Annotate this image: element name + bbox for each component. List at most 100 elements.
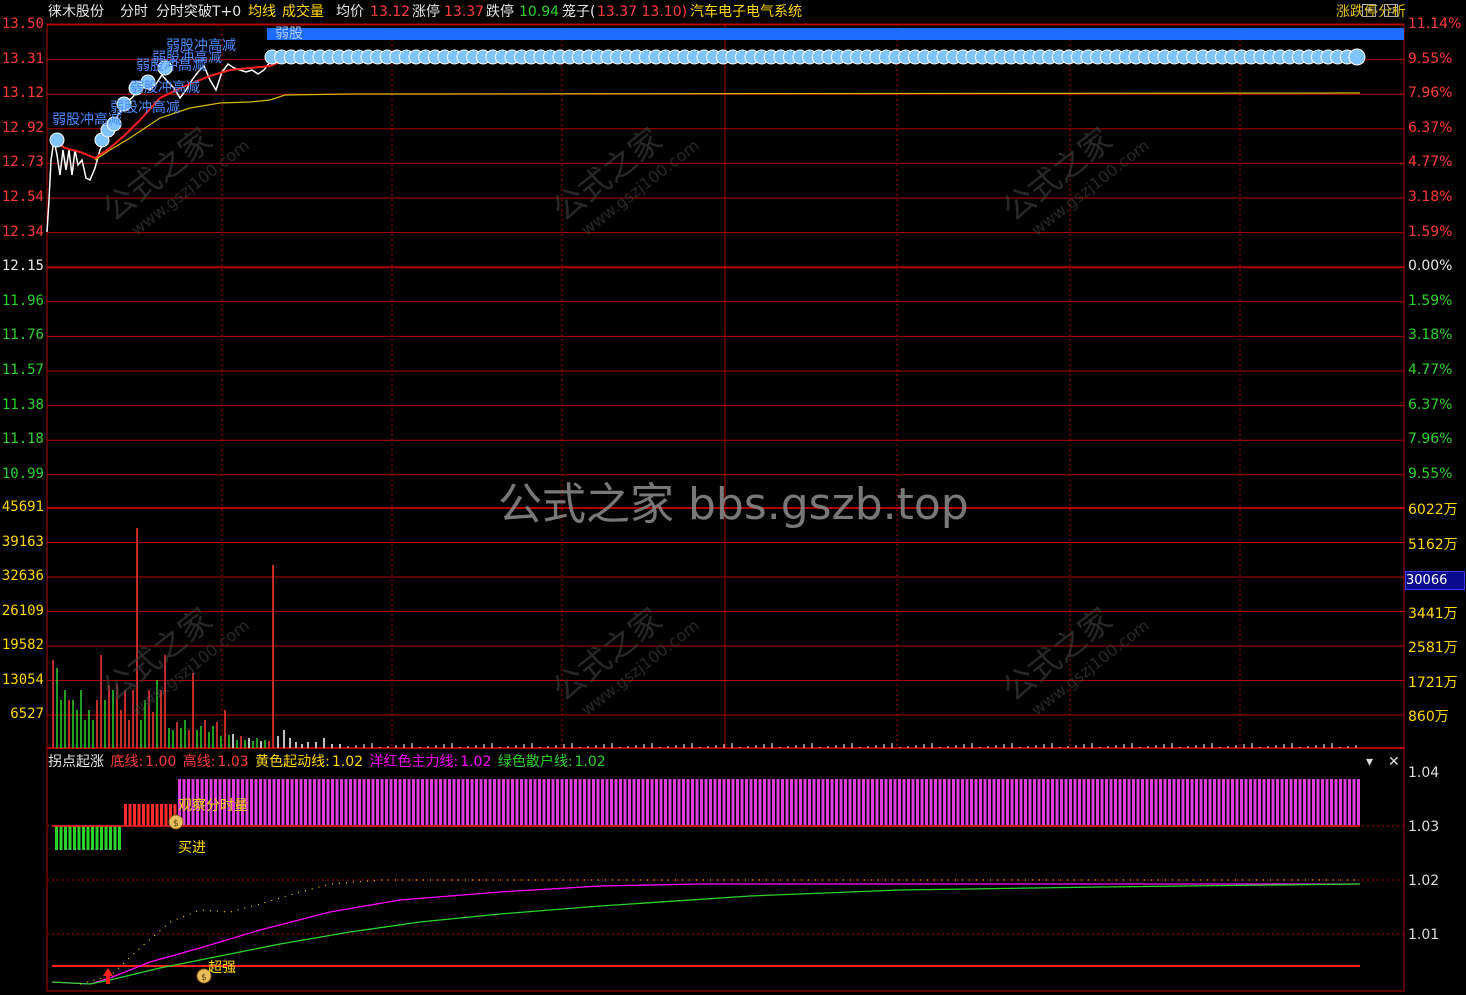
magenta-signal-bar [1051, 779, 1054, 825]
axis-tick-label: 1721万 [1408, 674, 1458, 691]
magenta-signal-bar [362, 779, 366, 825]
magenta-signal-bar [1208, 779, 1212, 825]
magenta-signal-bar [790, 779, 793, 825]
sub-menu-arrow-icon[interactable]: ▾ [1366, 752, 1373, 772]
magenta-signal-bar [956, 779, 960, 825]
axis-tick-label: 1.59% [1408, 223, 1453, 240]
magenta-signal-bar [475, 779, 478, 825]
magenta-signal-bar [610, 779, 613, 825]
magenta-signal-bar [403, 779, 406, 825]
magenta-signal-bar [1042, 779, 1045, 825]
magenta-signal-bar [700, 779, 703, 825]
magenta-signal-bar [470, 779, 474, 825]
magenta-signal-bar [592, 779, 595, 825]
magenta-signal-bar [1145, 779, 1149, 825]
magenta-signal-bar [997, 779, 1000, 825]
axis-tick-label: 7.96% [1408, 431, 1453, 448]
annotation-label: 弱股冲高减 [110, 99, 180, 116]
magenta-signal-bar [1091, 779, 1095, 825]
magenta-signal-bar [254, 779, 258, 825]
magenta-signal-bar [1100, 779, 1104, 825]
axis-tick-label: 32636 [1, 568, 44, 584]
green-signal-bar [104, 826, 108, 850]
red-signal-bar [137, 804, 141, 826]
red-signal-bar [151, 804, 154, 826]
sub-indicator-name[interactable]: 拐点起涨 [48, 754, 104, 770]
magenta-signal-bar [677, 779, 681, 825]
magenta-signal-bar [344, 779, 348, 825]
bottom-line-label: 底线: [110, 754, 144, 770]
magenta-signal-bar [1262, 779, 1266, 825]
magenta-signal-bar [1037, 779, 1041, 825]
axis-tick-label: 6022万 [1408, 502, 1458, 518]
magenta-signal-bar [1267, 779, 1270, 825]
magenta-signal-bar [911, 779, 915, 825]
magenta-signal-bar [605, 779, 609, 825]
green-signal-bar [82, 826, 85, 850]
magenta-signal-bar [452, 779, 456, 825]
axis-tick-label: 3441万 [1408, 605, 1458, 622]
magenta-signal-bar [650, 779, 654, 825]
magenta-signal-bar [880, 779, 883, 825]
magenta-signal-bar [1181, 779, 1185, 825]
magenta-signal-bar [776, 779, 780, 825]
magenta-signal-bar [938, 779, 942, 825]
axis-tick-label: 11.57 [1, 362, 44, 378]
axis-tick-label: 19582 [1, 637, 44, 653]
magenta-signal-bar [844, 779, 847, 825]
magenta-signal-bar [331, 779, 334, 825]
magenta-signal-bar [1001, 779, 1005, 825]
magenta-signal-bar [1357, 779, 1360, 825]
magenta-signal-bar [979, 779, 982, 825]
magenta-signal-bar [1321, 779, 1324, 825]
green-signal-bar [91, 826, 94, 850]
magenta-signal-bar [1240, 779, 1243, 825]
magenta-signal-bar [1334, 779, 1338, 825]
magenta-signal-bar [646, 779, 649, 825]
axis-tick-label: 11.18 [1, 431, 44, 448]
magenta-signal-bar [1249, 779, 1252, 825]
magenta-signal-bar [641, 779, 645, 825]
magenta-signal-bar [637, 779, 640, 825]
axis-tick-label: 3.18% [1408, 327, 1453, 344]
magenta-signal-bar [1060, 779, 1063, 825]
magenta-signal-bar [655, 779, 658, 825]
magenta-signal-bar [628, 779, 631, 825]
magenta-signal-bar [889, 779, 892, 825]
sub-axis-tick: 1.04 [1408, 765, 1440, 781]
green-signal-bar [95, 826, 99, 850]
magenta-signal-bar [1289, 779, 1293, 825]
axis-tick-label: 9.55% [1408, 50, 1453, 67]
magenta-signal-bar [389, 779, 393, 825]
magenta-signal-bar [1195, 779, 1198, 825]
magenta-signal-bar [1244, 779, 1248, 825]
magenta-signal-bar [1190, 779, 1194, 825]
avg-price-line [94, 92, 1361, 161]
axis-tick-label: 13.12 [1, 85, 44, 102]
axis-tick-label: 3.18% [1408, 189, 1453, 205]
magenta-signal-bar [866, 779, 870, 825]
yellow-line-label: 黄色起动线: [255, 754, 330, 770]
axis-tick-label: 12.54 [1, 189, 44, 205]
green-line-value: 1.02 [574, 754, 606, 770]
axis-tick-label: 13.31 [1, 50, 44, 67]
magenta-signal-bar [1312, 779, 1315, 825]
magenta-signal-bar [394, 779, 397, 825]
magenta-line-label: 洋红色主力线: [369, 754, 459, 770]
magenta-signal-bar [1235, 779, 1239, 825]
magenta-signal-bar [439, 779, 442, 825]
green-signal-bar [64, 826, 67, 850]
magenta-signal-bar [1132, 779, 1135, 825]
magenta-signal-bar [1343, 779, 1347, 825]
sub-close-icon[interactable]: ✕ [1388, 752, 1400, 772]
magenta-signal-bar [1177, 779, 1180, 825]
magenta-signal-bar [1186, 779, 1189, 825]
magenta-signal-bar [466, 779, 469, 825]
magenta-signal-bar [826, 779, 829, 825]
volume-cursor-value: 30066 [1405, 571, 1465, 590]
magenta-signal-bar [371, 779, 375, 825]
magenta-signal-bar [268, 779, 271, 825]
magenta-signal-bar [569, 779, 573, 825]
magenta-signal-bar [529, 779, 532, 825]
magenta-signal-bar [443, 779, 447, 825]
